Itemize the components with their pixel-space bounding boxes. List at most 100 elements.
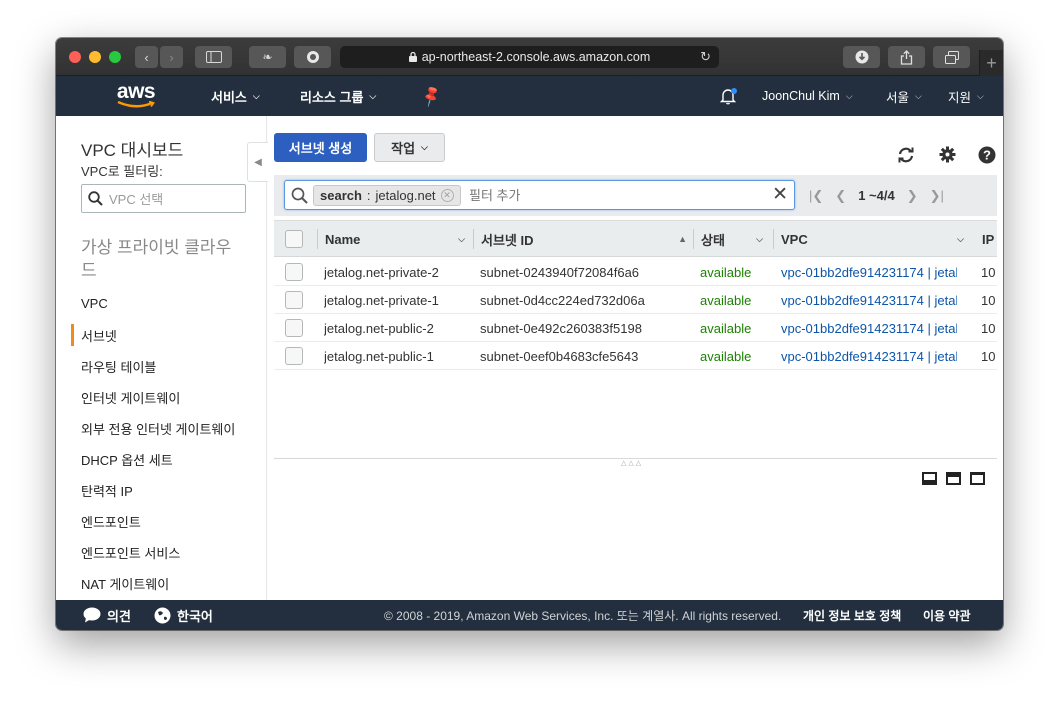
address-bar[interactable]: ap-northeast-2.console.aws.amazon.com ↻ (340, 46, 719, 68)
subnet-name: jetalog.net-public-1 (324, 348, 434, 364)
notifications-button[interactable] (718, 76, 738, 116)
vpc-filter-select[interactable]: VPC 선택 (81, 184, 246, 213)
sidebar-item-nat-gateways[interactable]: NAT 게이트웨이 (81, 572, 169, 594)
pagination-range: 1 ~4/4 (858, 188, 895, 203)
sidebar-item-elastic-ips[interactable]: 탄력적 IP (81, 479, 133, 501)
user-name: JoonChul Kim (762, 89, 840, 103)
sidebar-collapse-button[interactable]: ◀ (247, 142, 268, 182)
resize-grip-icon[interactable]: △△△ (621, 459, 643, 467)
previous-page-icon[interactable]: ❮ (835, 188, 846, 204)
close-window-button[interactable] (69, 51, 81, 63)
search-icon (88, 191, 103, 206)
new-tab-button[interactable]: + (979, 50, 1003, 76)
terms-of-use-link[interactable]: 이용 약관 (923, 600, 971, 630)
clear-search-icon[interactable]: ✕ (772, 184, 788, 206)
column-header-state[interactable]: 상태 ⌵ (693, 221, 763, 257)
sidebar-item-egress-only-gateways[interactable]: 외부 전용 인터넷 게이트웨이 (81, 417, 235, 439)
subnet-id: subnet-0243940f72084f6a6 (480, 264, 640, 280)
add-filter-input[interactable] (469, 185, 769, 205)
sidebar-item-endpoints[interactable]: 엔드포인트 (81, 510, 141, 532)
chevron-down-icon[interactable]: ⌵ (458, 234, 465, 245)
support-label: 지원 (948, 90, 972, 105)
create-subnet-button[interactable]: 서브넷 생성 (274, 133, 367, 162)
row-checkbox[interactable] (285, 319, 303, 337)
subnet-vpc-link[interactable]: vpc-01bb2dfe914231174 | jetalog.net (781, 258, 957, 286)
refresh-icon[interactable] (896, 146, 916, 169)
chevron-down-icon: ⌵ (421, 142, 428, 152)
subnet-name: jetalog.net-private-1 (324, 292, 439, 308)
evernote-extension-button[interactable]: ❧ (249, 46, 286, 68)
pin-button[interactable]: 📌 (419, 76, 444, 116)
sidebar-item-route-tables[interactable]: 라우팅 테이블 (81, 355, 156, 377)
column-separator (773, 229, 774, 249)
next-page-icon[interactable]: ❯ (907, 188, 918, 204)
chevron-down-icon[interactable]: ⌵ (957, 234, 964, 245)
downloads-button[interactable] (843, 46, 880, 68)
aws-logo-text: aws (116, 80, 156, 103)
region-menu[interactable]: 서울 ⌵ (886, 76, 922, 116)
forward-button[interactable]: › (160, 46, 183, 68)
chevron-down-icon[interactable]: ⌵ (756, 234, 763, 245)
sidebar-item-vpc[interactable]: VPC (81, 292, 108, 314)
aws-footer: 의견 한국어 © 2008 - 2019, Amazon Web Service… (56, 600, 1003, 630)
minimize-window-button[interactable] (89, 51, 101, 63)
table-row[interactable]: jetalog.net-private-2 subnet-0243940f720… (274, 258, 997, 286)
layout-split-pane-icon[interactable] (946, 472, 961, 485)
help-icon[interactable]: ? (978, 146, 996, 169)
active-item-indicator (71, 324, 74, 346)
language-selector[interactable]: 한국어 (154, 600, 213, 630)
subnet-ipv4: 10 (981, 264, 996, 280)
user-menu[interactable]: JoonChul Kim ⌵ (762, 76, 853, 116)
select-all-checkbox[interactable] (285, 230, 303, 248)
filter-search-box[interactable]: search : jetalog.net ✕ ✕ (284, 180, 795, 210)
services-menu[interactable]: 서비스 ⌵ (211, 76, 260, 116)
sidebar-item-endpoint-services[interactable]: 엔드포인트 서비스 (81, 541, 180, 563)
last-page-icon[interactable]: ❯| (930, 188, 944, 204)
feedback-link[interactable]: 의견 (83, 600, 131, 630)
row-select-cell (285, 342, 303, 370)
support-menu[interactable]: 지원 ⌵ (948, 76, 984, 116)
column-header-subnet-id[interactable]: 서브넷 ID ▲ (473, 221, 687, 257)
resource-groups-menu[interactable]: 리소스 그룹 ⌵ (300, 76, 376, 116)
zoom-window-button[interactable] (109, 51, 121, 63)
pin-icon: 📌 (419, 84, 444, 109)
subnet-vpc-link[interactable]: vpc-01bb2dfe914231174 | jetalog.net (781, 342, 957, 370)
row-checkbox[interactable] (285, 263, 303, 281)
chevron-down-icon: ⌵ (915, 90, 922, 101)
sidebar-item-dhcp-options[interactable]: DHCP 옵션 세트 (81, 448, 173, 470)
extension-button[interactable] (294, 46, 331, 68)
sort-ascending-icon[interactable]: ▲ (678, 234, 687, 244)
table-row[interactable]: jetalog.net-public-1 subnet-0eef0b4683cf… (274, 342, 997, 370)
filter-token[interactable]: search : jetalog.net ✕ (313, 185, 461, 206)
subnet-vpc-link[interactable]: vpc-01bb2dfe914231174 | jetalog.net (781, 314, 957, 342)
sidebar-title[interactable]: VPC 대시보드 (81, 136, 183, 161)
privacy-policy-link[interactable]: 개인 정보 보호 정책 (803, 600, 901, 630)
select-all-cell (285, 221, 303, 257)
plus-icon: + (986, 52, 997, 73)
sidebar-toggle-button[interactable] (195, 46, 232, 68)
aws-logo[interactable]: aws (116, 76, 156, 116)
column-header-ipv4[interactable]: IP (982, 221, 997, 257)
share-button[interactable] (888, 46, 925, 68)
reload-icon[interactable]: ↻ (700, 49, 711, 65)
sidebar-item-internet-gateways[interactable]: 인터넷 게이트웨이 (81, 386, 180, 408)
row-checkbox[interactable] (285, 347, 303, 365)
gear-icon[interactable] (939, 146, 956, 168)
column-header-vpc[interactable]: VPC ⌵ (773, 221, 964, 257)
table-row[interactable]: jetalog.net-public-2 subnet-0e492c260383… (274, 314, 997, 342)
layout-bottom-pane-icon[interactable] (922, 472, 937, 485)
table-row[interactable]: jetalog.net-private-1 subnet-0d4cc224ed7… (274, 286, 997, 314)
layout-top-pane-icon[interactable] (970, 472, 985, 485)
first-page-icon[interactable]: |❮ (809, 188, 823, 204)
language-label: 한국어 (177, 608, 213, 624)
row-checkbox[interactable] (285, 291, 303, 309)
actions-button[interactable]: 작업 ⌵ (374, 133, 445, 162)
row-select-cell (285, 258, 303, 286)
subnet-vpc-link[interactable]: vpc-01bb2dfe914231174 | jetalog.net (781, 286, 957, 314)
back-button[interactable]: ‹ (135, 46, 158, 68)
remove-filter-icon[interactable]: ✕ (440, 189, 454, 202)
column-header-name[interactable]: Name ⌵ (317, 221, 465, 257)
share-icon (900, 49, 913, 65)
sidebar-item-subnets[interactable]: 서브넷 (81, 324, 117, 346)
tab-overview-button[interactable] (933, 46, 970, 68)
